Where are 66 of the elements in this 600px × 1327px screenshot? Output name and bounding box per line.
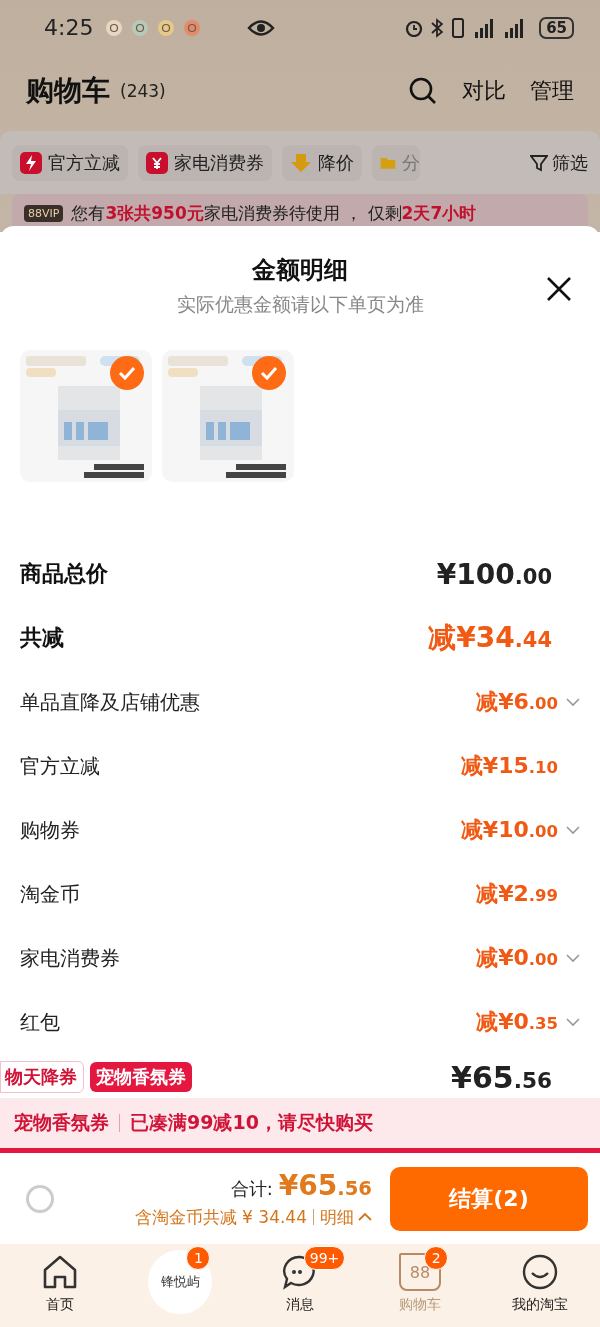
smiley-icon	[521, 1253, 559, 1292]
price-amount: 减¥6.00	[476, 688, 558, 716]
eye-icon	[247, 18, 276, 37]
filter-chip[interactable]: 家电消费券	[138, 144, 272, 181]
price-amount: 减¥0.00	[476, 944, 558, 972]
signal-icon	[473, 17, 496, 38]
total-price: ¥65.56	[278, 1168, 372, 1202]
tab-item[interactable]: 我的淘宝	[480, 1250, 600, 1315]
coupon-name: 宠物香氛券	[14, 1109, 109, 1135]
bluetooth-icon	[431, 17, 444, 38]
close-icon[interactable]	[546, 276, 572, 302]
battery-indicator: 65	[539, 16, 574, 39]
filter-chip[interactable]: 降价	[282, 144, 362, 181]
total-amount: ¥65.56	[451, 1059, 552, 1095]
sheet-subtitle: 实际优惠金额请以下单页为准	[175, 292, 425, 317]
sheet-title: 金额明细	[251, 255, 349, 286]
count-badge: 1	[186, 1246, 211, 1271]
page-title: 购物车	[26, 73, 110, 110]
price-label: 淘金币	[20, 880, 80, 908]
check-icon[interactable]	[252, 356, 286, 390]
vibrate-icon	[451, 17, 466, 38]
chevron-down-icon[interactable]	[566, 697, 580, 707]
status-time: 4:25	[44, 15, 94, 41]
chevron-down-icon[interactable]	[566, 953, 580, 963]
ticket-icon	[146, 151, 168, 174]
coupon-tag: 宠物香氛券	[90, 1062, 192, 1092]
price-amount: 减¥0.35	[476, 1008, 558, 1036]
down-arrow-icon	[290, 151, 312, 174]
signal-icon	[503, 17, 526, 38]
price-label: 购物券	[20, 816, 80, 844]
vip-message: 您有3张共950元家电消费券待使用 ， 仅剩2天7小时	[71, 201, 477, 225]
coupon-tag: 物天降券	[0, 1061, 84, 1093]
price-amount: 减¥10.00	[460, 816, 558, 844]
funnel-icon	[530, 153, 548, 172]
app-notification-icon	[105, 18, 124, 37]
chevron-down-icon[interactable]	[566, 1017, 580, 1027]
vip-badge: 88VIP	[24, 204, 64, 222]
select-all-radio[interactable]	[26, 1184, 54, 1213]
coupon-message: 已凑满99减10，请尽快购买	[130, 1109, 373, 1135]
price-label: 单品直降及店铺优惠	[20, 688, 200, 716]
filter-chip[interactable]: 官方立减	[12, 144, 128, 181]
price-label: 红包	[20, 1008, 60, 1036]
header-action[interactable]: 管理	[530, 76, 574, 107]
price-amount: 减¥2.99	[476, 880, 558, 908]
item-count: (243)	[120, 81, 166, 102]
price-amount: 减¥15.10	[460, 752, 558, 780]
alarm-icon	[405, 18, 424, 37]
bolt-icon	[20, 151, 42, 174]
price-label: 家电消费券	[20, 944, 120, 972]
price-label: 官方立减	[20, 752, 100, 780]
price-label: 商品总价	[20, 560, 108, 588]
app-notification-icon	[157, 18, 176, 37]
header-action[interactable]: 对比	[462, 76, 506, 107]
check-icon[interactable]	[110, 356, 144, 390]
total-label: 合计:	[230, 1176, 273, 1201]
chevron-down-icon[interactable]	[566, 825, 580, 835]
tab-item[interactable]: 首页	[0, 1250, 120, 1315]
chevron-up-icon	[358, 1212, 372, 1223]
app-notification-icon	[131, 18, 150, 37]
count-badge: 99+	[303, 1246, 346, 1271]
price-amount: ¥100.00	[436, 557, 552, 591]
price-amount: 减¥34.44	[428, 620, 552, 656]
filter-button[interactable]: 筛选	[530, 150, 588, 175]
savings-text: 含淘金币共减 ¥ 34.44	[134, 1205, 307, 1229]
price-label: 共减	[20, 624, 64, 652]
app-notification-icon	[183, 18, 202, 37]
